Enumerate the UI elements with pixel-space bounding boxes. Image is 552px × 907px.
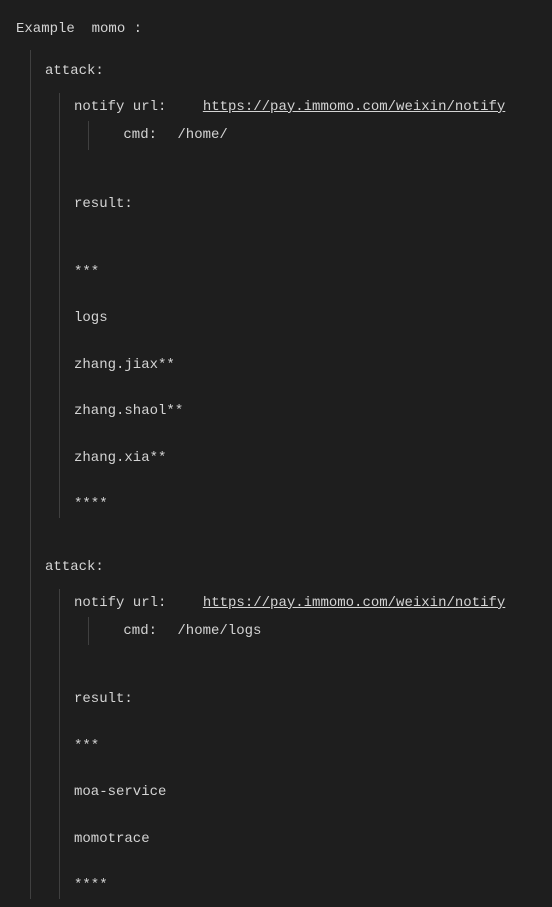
attack-heading: attack:: [45, 50, 552, 92]
cmd-value: /home/logs: [177, 620, 261, 642]
notify-url-link[interactable]: https://pay.immomo.com/weixin/notify: [203, 595, 505, 611]
cmd-row-wrap: cmd: /home/: [88, 121, 552, 149]
result-label-row: result:: [74, 685, 552, 713]
result-label-row: result:: [74, 190, 552, 218]
result-line: momotrace: [74, 825, 552, 853]
notify-url-row: notify url: https://pay.immomo.com/weixi…: [74, 589, 552, 617]
title-suffix: :: [134, 21, 142, 37]
notify-url-link[interactable]: https://pay.immomo.com/weixin/notify: [203, 99, 505, 115]
cmd-row: cmd: /home/: [117, 121, 552, 149]
attack-body: notify url: https://pay.immomo.com/weixi…: [59, 93, 552, 519]
level-1-block: attack: notify url: https://pay.immomo.c…: [30, 50, 552, 899]
result-line: ****: [74, 490, 552, 518]
notify-url-label: notify url:: [74, 592, 166, 614]
cmd-row: cmd: /home/logs: [117, 617, 552, 645]
cmd-label: cmd:: [117, 124, 157, 146]
cmd-row-wrap: cmd: /home/logs: [88, 617, 552, 645]
notify-url-row: notify url: https://pay.immomo.com/weixi…: [74, 93, 552, 121]
result-line: moa-service: [74, 778, 552, 806]
title-prefix: Example: [16, 21, 75, 37]
attack-heading-text: attack:: [45, 63, 104, 79]
title-name: momo: [92, 21, 126, 37]
result-line: zhang.xia**: [74, 444, 552, 472]
result-line: zhang.shaol**: [74, 397, 552, 425]
result-line: ****: [74, 871, 552, 899]
attack-heading: attack:: [45, 546, 552, 588]
document-root: Example momo : attack: notify url: https…: [0, 8, 552, 899]
cmd-value: /home/: [177, 124, 227, 146]
attack-heading-text: attack:: [45, 559, 104, 575]
notify-url-label: notify url:: [74, 96, 166, 118]
result-line: logs: [74, 304, 552, 332]
result-line: ***: [74, 258, 552, 286]
attack-body: notify url: https://pay.immomo.com/weixi…: [59, 589, 552, 900]
result-line: zhang.jiax**: [74, 351, 552, 379]
result-line: ***: [74, 732, 552, 760]
result-label: result:: [74, 196, 133, 212]
example-title: Example momo :: [16, 8, 552, 50]
cmd-label: cmd:: [117, 620, 157, 642]
result-label: result:: [74, 691, 133, 707]
